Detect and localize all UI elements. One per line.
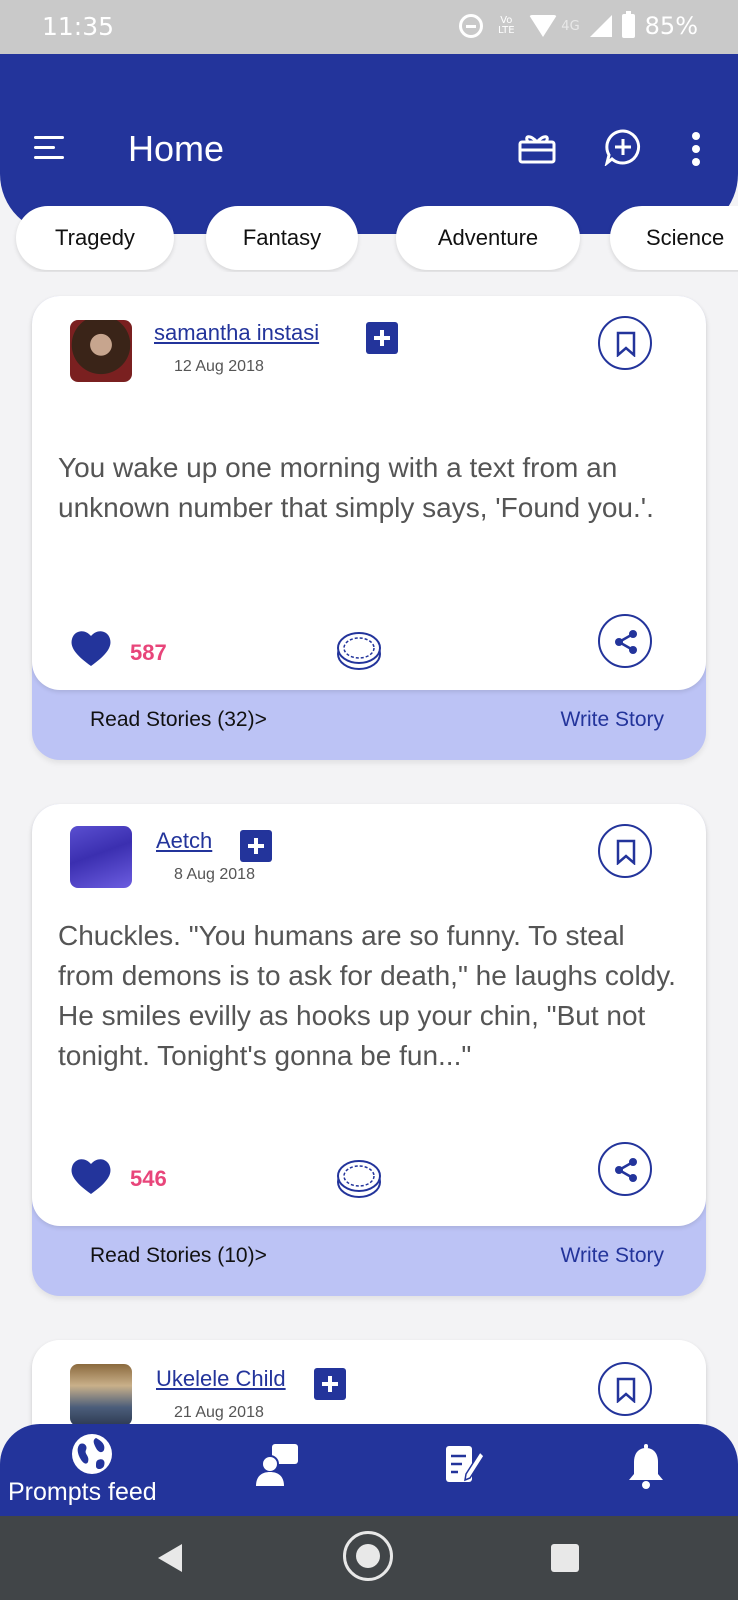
share-icon [615,1158,637,1182]
nav-write[interactable] [430,1424,500,1516]
gift-icon[interactable] [518,132,556,164]
like-count: 546 [130,1166,167,1191]
post-date: 21 Aug 2018 [174,1404,264,1421]
system-navigation-bar [0,1516,738,1600]
prompt-text[interactable]: Chuckles. "You humans are so funny. To s… [58,916,678,1076]
avatar[interactable] [70,1364,132,1426]
bookmark-icon [616,1377,636,1403]
follow-plus-icon[interactable] [314,1368,346,1400]
page-title: Home [128,128,225,169]
network-type-label: 4G [561,18,580,34]
follow-plus-icon[interactable] [240,830,272,862]
bottom-navigation: Prompts feed [0,1424,738,1516]
avatar[interactable] [70,320,132,382]
write-story-link[interactable]: Write Story [561,708,664,732]
status-icons: Vo LTE 4G 85% [459,11,698,40]
nav-label-prompts-feed: Prompts feed [8,1478,157,1506]
chip-tragedy[interactable]: Tragedy [16,206,174,270]
bookmark-button[interactable] [598,824,652,878]
volte-icon: Vo LTE [497,15,515,36]
nav-community[interactable] [240,1424,310,1516]
nav-prompts-feed[interactable]: Prompts feed [0,1424,200,1516]
coin-icon[interactable] [336,1158,382,1200]
people-chat-icon [256,1444,298,1486]
category-chips: Tragedy Fantasy Adventure Science [0,206,738,272]
cell-signal-icon [589,15,612,37]
home-icon[interactable] [343,1531,393,1581]
author-name[interactable]: Aetch [156,828,212,854]
battery-icon [621,11,635,38]
like-count: 587 [130,640,167,665]
follow-plus-icon[interactable] [366,322,398,354]
chip-fantasy[interactable]: Fantasy [206,206,358,270]
new-prompt-icon[interactable] [604,128,642,166]
globe-icon [72,1434,112,1474]
prompt-card-body: samantha instasi 12 Aug 2018 You wake up… [32,296,706,690]
prompt-card: samantha instasi 12 Aug 2018 You wake up… [32,296,706,760]
wifi-icon [529,15,558,37]
bell-icon [629,1444,663,1489]
nav-notifications[interactable] [612,1424,682,1516]
chip-science[interactable]: Science [610,206,738,270]
read-stories-link[interactable]: Read Stories (32)> [90,708,267,732]
more-options-icon[interactable] [690,132,702,166]
battery-percent: 85% [644,12,698,40]
bookmark-button[interactable] [598,1362,652,1416]
share-button[interactable] [598,614,652,668]
share-icon [615,630,637,654]
prompt-text[interactable]: You wake up one morning with a text from… [58,448,678,528]
recent-apps-icon[interactable] [551,1544,579,1572]
post-date: 8 Aug 2018 [174,866,255,883]
back-icon[interactable] [158,1544,182,1572]
share-button[interactable] [598,1142,652,1196]
post-date: 12 Aug 2018 [174,358,264,375]
prompt-card-body: Aetch 8 Aug 2018 Chuckles. "You humans a… [32,804,706,1226]
do-not-disturb-icon [459,14,484,38]
heart-icon[interactable] [70,628,112,668]
write-story-link[interactable]: Write Story [561,1244,664,1268]
chip-adventure[interactable]: Adventure [396,206,580,270]
read-stories-link[interactable]: Read Stories (10)> [90,1244,267,1268]
bookmark-icon [616,839,636,865]
prompt-card: Aetch 8 Aug 2018 Chuckles. "You humans a… [32,804,706,1296]
bookmark-button[interactable] [598,316,652,370]
coin-icon[interactable] [336,630,382,672]
status-bar: 11:35 Vo LTE 4G 85% [0,0,738,54]
menu-icon[interactable] [34,136,64,162]
author-name[interactable]: samantha instasi [154,320,319,346]
heart-icon[interactable] [70,1156,112,1196]
author-name[interactable]: Ukelele Child [156,1366,286,1392]
avatar[interactable] [70,826,132,888]
bookmark-icon [616,331,636,357]
status-time: 11:35 [42,12,115,41]
write-document-icon [446,1446,485,1482]
